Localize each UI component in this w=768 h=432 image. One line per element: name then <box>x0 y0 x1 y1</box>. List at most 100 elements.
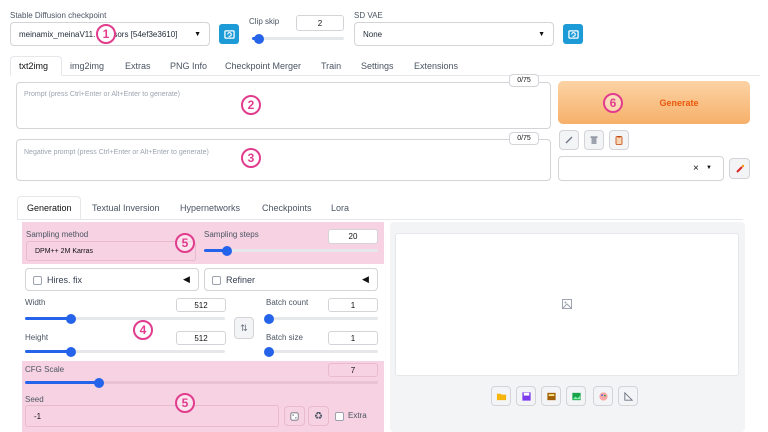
negative-prompt-placeholder: Negative prompt (press Ctrl+Enter or Alt… <box>24 149 209 156</box>
send-to-extras-button[interactable] <box>618 386 638 406</box>
tab-extras[interactable]: Extras <box>125 61 151 71</box>
clip-skip-input[interactable]: 2 <box>296 15 344 31</box>
refresh-vae-button[interactable] <box>563 24 583 44</box>
generate-button[interactable]: Generate <box>558 81 750 124</box>
vae-dropdown[interactable]: None ▼ <box>354 22 554 46</box>
seed-input[interactable]: -1 <box>25 405 279 427</box>
batch-size-thumb[interactable] <box>264 346 274 357</box>
tab-hypernetworks[interactable]: Hypernetworks <box>180 203 240 213</box>
tab-txt2img[interactable]: txt2img <box>19 61 48 71</box>
extra-seed-checkbox[interactable] <box>335 412 344 421</box>
batch-size-label: Batch size <box>266 333 303 342</box>
annotation-marker-3: 3 <box>241 148 261 168</box>
tab-textual-inversion[interactable]: Textual Inversion <box>92 203 160 213</box>
clear-icon[interactable]: × <box>693 163 699 174</box>
cfg-scale-thumb[interactable] <box>94 377 105 388</box>
annotation-marker-5b: 5 <box>175 393 195 413</box>
styles-dropdown[interactable]: × ▼ <box>558 156 724 181</box>
chevron-down-icon: ▼ <box>706 165 712 171</box>
send-to-img2img-button[interactable] <box>566 386 586 406</box>
tab-png-info[interactable]: PNG Info <box>170 61 207 71</box>
batch-size-slider[interactable] <box>264 346 378 357</box>
clip-skip-label: Clip skip <box>249 17 280 26</box>
height-label: Height <box>25 333 49 342</box>
image-placeholder-icon <box>562 299 572 309</box>
sampling-steps-input[interactable]: 20 <box>328 229 378 244</box>
read-params-button[interactable] <box>559 130 579 150</box>
width-slider[interactable] <box>25 313 225 324</box>
tab-train[interactable]: Train <box>321 61 341 71</box>
hires-fix-label: Hires. fix <box>47 275 83 285</box>
height-slider[interactable] <box>25 346 225 357</box>
batch-count-input[interactable]: 1 <box>328 298 378 312</box>
refiner-checkbox[interactable] <box>212 276 221 285</box>
caret-left-icon: ◀ <box>362 274 369 284</box>
folder-icon <box>496 393 506 400</box>
height-fill <box>25 350 71 353</box>
batch-count-slider[interactable] <box>264 313 378 324</box>
batch-size-input[interactable]: 1 <box>328 331 378 345</box>
clipboard-button[interactable] <box>609 130 629 150</box>
reuse-seed-button[interactable]: ♻ <box>308 406 329 426</box>
batch-count-thumb[interactable] <box>264 313 274 324</box>
refiner-label: Refiner <box>226 275 256 285</box>
trash-button[interactable] <box>584 130 604 150</box>
send-to-inpaint-button[interactable] <box>593 386 613 406</box>
hires-fix-accordion[interactable]: Hires. fix ◀ <box>25 268 199 291</box>
generate-label: Generate <box>659 97 699 108</box>
edit-styles-button[interactable] <box>729 158 750 179</box>
clip-skip-thumb[interactable] <box>254 33 265 44</box>
recycle-icon: ♻ <box>314 410 323 422</box>
annotation-marker-6: 6 <box>603 93 623 113</box>
save-button[interactable] <box>516 386 536 406</box>
tab-extensions[interactable]: Extensions <box>414 61 458 71</box>
picture-icon <box>571 392 581 400</box>
sampling-method-value: DPM++ 2M Karras <box>35 247 93 255</box>
hires-fix-checkbox[interactable] <box>33 276 42 285</box>
tab-settings[interactable]: Settings <box>361 61 394 71</box>
tab-generation[interactable]: Generation <box>27 203 72 213</box>
clipboard-icon <box>615 136 623 145</box>
sampling-steps-slider[interactable] <box>204 245 378 256</box>
extra-seed-label: Extra <box>348 411 367 420</box>
prompt-textarea[interactable]: Prompt (press Ctrl+Enter or Alt+Enter to… <box>16 82 551 129</box>
clip-skip-slider[interactable] <box>252 33 344 44</box>
negative-prompt-textarea[interactable]: Negative prompt (press Ctrl+Enter or Alt… <box>16 139 551 181</box>
cfg-scale-input[interactable]: 7 <box>328 363 378 377</box>
cfg-scale-slider[interactable] <box>25 377 378 388</box>
tab-img2img[interactable]: img2img <box>70 61 104 71</box>
sampling-steps-thumb[interactable] <box>221 245 232 256</box>
tab-checkpoint-merger[interactable]: Checkpoint Merger <box>225 61 301 71</box>
random-seed-button[interactable] <box>284 406 305 426</box>
sampling-method-dropdown[interactable]: DPM++ 2M Karras <box>26 241 196 261</box>
height-input[interactable]: 512 <box>176 331 226 345</box>
swap-icon: ⇅ <box>240 322 248 333</box>
annotation-marker-4: 4 <box>133 320 153 340</box>
output-gallery <box>395 233 739 376</box>
checkpoint-label: Stable Diffusion checkpoint <box>10 11 107 20</box>
prompt-placeholder: Prompt (press Ctrl+Enter or Alt+Enter to… <box>24 91 181 98</box>
refiner-accordion[interactable]: Refiner ◀ <box>204 268 378 291</box>
annotation-marker-2: 2 <box>241 95 261 115</box>
width-fill <box>25 317 71 320</box>
archive-icon <box>546 392 556 400</box>
swap-dimensions-button[interactable]: ⇅ <box>234 317 254 339</box>
refresh-icon <box>567 29 579 39</box>
sampling-steps-label: Sampling steps <box>204 230 259 239</box>
tab-checkpoints[interactable]: Checkpoints <box>262 203 312 213</box>
triangle-ruler-icon <box>623 391 633 401</box>
palette-icon <box>598 391 608 401</box>
seed-label: Seed <box>25 395 44 404</box>
open-folder-button[interactable] <box>491 386 511 406</box>
chevron-down-icon: ▼ <box>538 30 545 38</box>
width-thumb[interactable] <box>66 313 76 324</box>
refresh-checkpoint-button[interactable] <box>219 24 239 44</box>
dice-icon <box>290 411 299 421</box>
tab-lora[interactable]: Lora <box>331 203 349 213</box>
zip-button[interactable] <box>541 386 561 406</box>
brush-icon <box>735 164 744 173</box>
checkpoint-suffix: sors [54ef3e3610] <box>113 29 178 39</box>
arrow-diagonal-icon <box>565 136 573 144</box>
height-thumb[interactable] <box>66 346 76 357</box>
width-input[interactable]: 512 <box>176 298 226 312</box>
